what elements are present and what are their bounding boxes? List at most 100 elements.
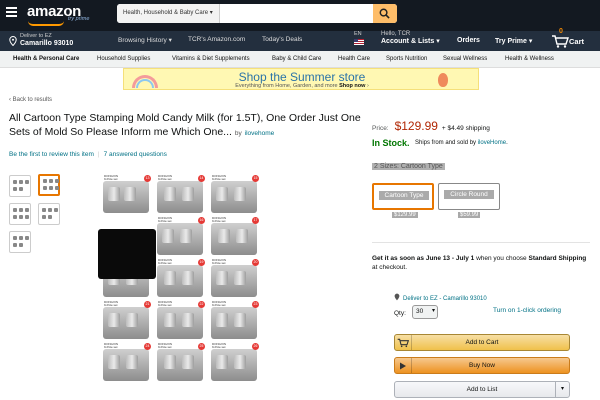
price-value: $129.99 (394, 119, 438, 133)
tile-number: 14 (198, 175, 205, 182)
subnav-health-wellness[interactable]: Health & Wellness (505, 56, 554, 62)
tile-number: 22 (198, 301, 205, 308)
option-circle-round-label: Circle Round (444, 190, 494, 199)
deliver-to-link[interactable]: Deliver to EZ - Camarillo 93010 (394, 293, 487, 302)
subnav-household-supplies[interactable]: Household Supplies (97, 56, 150, 62)
cart-count: 0 (559, 28, 563, 35)
back-to-results-link[interactable]: ‹ Back to results (9, 97, 52, 103)
thumbnail-5[interactable] (9, 231, 31, 253)
mold-tile: DONGXIN 9-Pole set 15 (208, 174, 260, 215)
cart-icon (552, 35, 569, 48)
buy-now-button[interactable]: Buy Now (394, 357, 570, 374)
thumbnail-1[interactable] (9, 175, 31, 197)
banner-headline: Shop the Summer store (238, 70, 366, 84)
delivery-end: at checkout. (372, 264, 408, 271)
review-links: Be the first to review this item | 7 answe… (9, 151, 167, 158)
subnav-sports-nutrition[interactable]: Sports Nutrition (386, 56, 427, 62)
shipping-cost: + $4.49 shipping (441, 125, 490, 132)
secondary-nav-bar: Deliver to EZ Camarillo 93010 Browsing H… (0, 28, 600, 51)
nav-browsing-history-label: Browsing History (118, 37, 167, 44)
quantity-select[interactable]: 30 ▾ (412, 305, 438, 319)
mold-tile: DONGXIN 9-Pole set 23 (208, 300, 260, 341)
banner-sub: Everything from Home, Garden, and more S… (235, 83, 369, 89)
thumbnail-2-selected[interactable] (38, 174, 60, 196)
language-code: EN (354, 31, 362, 37)
summer-store-banner[interactable]: Shop the Summer store Everything from Ho… (123, 68, 479, 90)
buy-now-label: Buy Now (468, 362, 495, 369)
ships-from-label: Ships from and sold by (415, 140, 477, 146)
hamburger-menu-icon[interactable] (6, 7, 17, 17)
mold-tile: DONGXIN 9-Pole set 19 (154, 258, 206, 299)
product-title-text: All Cartoon Type Stamping Mold Candy Mil… (9, 112, 361, 138)
location-pin-icon (394, 293, 400, 301)
chevron-down-icon: ▾ (431, 308, 435, 314)
subnav-health-personal-care[interactable]: Health & Personal Care (13, 56, 79, 62)
search-button[interactable] (373, 4, 397, 23)
subnav-baby-child-care[interactable]: Baby & Child Care (272, 56, 321, 62)
search-icon (379, 8, 390, 19)
tile-number: 13 (144, 175, 151, 182)
orders-link[interactable]: Orders (457, 37, 480, 44)
option-circle-round-price: $59.99 (458, 212, 481, 218)
option-cartoon-type[interactable]: Cartoon Type (372, 183, 434, 210)
size-label: 2 Sizes: Cartoon Type (372, 163, 445, 170)
nav-browsing-history[interactable]: Browsing History ▾ (118, 36, 172, 44)
us-flag-icon (354, 39, 364, 45)
play-icon (395, 358, 412, 373)
first-review-link[interactable]: Be the first to review this item (9, 151, 94, 158)
product-title: All Cartoon Type Stamping Mold Candy Mil… (9, 112, 364, 140)
tile-number: 19 (198, 259, 205, 266)
brand-link[interactable]: ilovehome (245, 130, 275, 137)
cart-button[interactable]: 0 Cart (551, 28, 591, 51)
price-label: Price: (372, 125, 389, 132)
delivery-lead: Get it as soon as (372, 255, 425, 262)
by-label: by (234, 129, 242, 137)
nav-todays-deals[interactable]: Today's Deals (262, 36, 302, 43)
back-to-results-label: Back to results (12, 97, 53, 103)
try-prime-sublogo: try prime (68, 16, 90, 22)
deliver-line2: Camarillo 93010 (20, 40, 74, 47)
subnav-health-care[interactable]: Health Care (338, 56, 370, 62)
mold-tile: DONGXIN 9-Pole set 20 (208, 258, 260, 299)
mold-tile: DONGXIN 9-Pole set 13 (100, 174, 152, 215)
search-bar[interactable]: Health, Household & Baby Care ▾ (117, 4, 397, 23)
logo-smile-icon (28, 21, 64, 26)
add-to-list-label: Add to List (466, 386, 498, 393)
try-prime-link[interactable]: Try Prime ▾ (495, 37, 532, 45)
option-cartoon-type-price: $129.99 (392, 212, 418, 218)
deliver-to-label: Deliver to EZ - Camarillo 93010 (403, 296, 487, 302)
top-nav-bar: amazon try prime Health, Household & Bab… (0, 0, 600, 31)
mold-tile: DONGXIN 9-Pole set 24 (100, 342, 152, 383)
search-category-dropdown[interactable]: Health, Household & Baby Care ▾ (117, 4, 220, 23)
cart-icon (395, 335, 412, 350)
option-circle-round[interactable]: Circle Round (438, 183, 500, 210)
thumbnail-3[interactable] (9, 203, 31, 225)
ships-from: Ships from and sold by iloveHome. (415, 140, 508, 146)
chevron-down-icon[interactable]: ▾ (555, 382, 569, 397)
main-product-image[interactable]: DONGXIN 9-Pole set 13 DONGXIN 9-Pole set 14 … (98, 173, 261, 387)
seller-link[interactable]: iloveHome (478, 140, 506, 146)
tile-number: 20 (252, 259, 259, 266)
location-pin-icon (9, 36, 17, 46)
nav-tcr-amazon[interactable]: TCR's Amazon.com (188, 36, 245, 43)
add-to-cart-button[interactable]: Add to Cart (394, 334, 570, 351)
mold-tile: DONGXIN 9-Pole set 14 (154, 174, 206, 215)
qty-label: Qty: (394, 310, 406, 317)
one-click-ordering-link[interactable]: Turn on 1-click ordering (493, 307, 561, 314)
divider (372, 242, 590, 243)
try-prime-label: Try Prime (495, 38, 527, 45)
mold-tile: DONGXIN 9-Pole set 22 (154, 300, 206, 341)
subnav-sexual-wellness[interactable]: Sexual Wellness (443, 56, 487, 62)
stock-status: In Stock. (372, 138, 410, 148)
delivery-estimate: Get it as soon as June 13 - July 1 when … (372, 254, 590, 272)
separator: | (97, 151, 100, 158)
answered-questions-link[interactable]: 7 answered questions (104, 151, 167, 158)
account-menu[interactable]: Hello, TCR Account & Lists ▾ (381, 31, 440, 45)
banner-cta[interactable]: Shop now (339, 83, 365, 89)
add-to-list-button[interactable]: Add to List ▾ (394, 381, 570, 398)
language-selector[interactable]: EN (354, 31, 364, 45)
add-to-cart-label: Add to Cart (465, 339, 499, 346)
thumbnail-4[interactable] (38, 203, 60, 225)
subnav-vitamins[interactable]: Vitamins & Diet Supplements (172, 56, 250, 62)
deliver-line1: Deliver to EZ (20, 33, 52, 39)
